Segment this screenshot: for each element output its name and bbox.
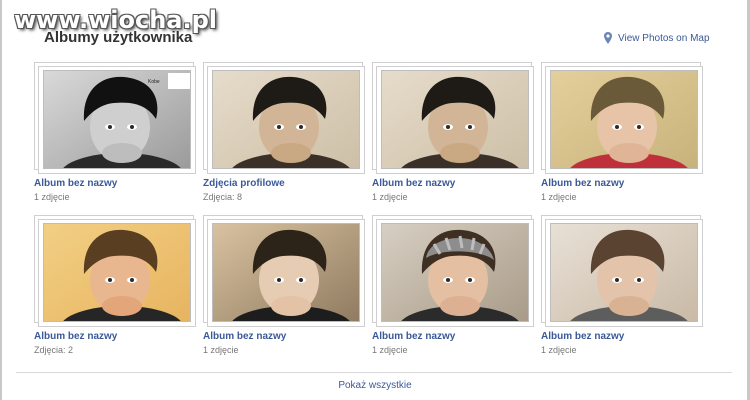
album-cover-stack[interactable] [203, 62, 365, 174]
album-title-link[interactable]: Album bez nazwy [34, 331, 117, 342]
album-photo-count: 1 zdjęcie [372, 192, 408, 202]
map-pin-icon [604, 32, 612, 44]
album-photo [382, 224, 528, 321]
watermark: www.wiocha.pl [14, 6, 218, 34]
left-frame-border [0, 0, 2, 400]
album-photo-count: 1 zdjęcie [541, 192, 577, 202]
album-cover-stack[interactable] [541, 62, 703, 174]
show-all-link[interactable]: Pokaż wszystkie [0, 380, 750, 391]
photo-white-patch [168, 73, 190, 89]
photo-caption-text: Kobe [148, 79, 160, 85]
album-title-link[interactable]: Album bez nazwy [372, 178, 455, 189]
album-photo [382, 71, 528, 168]
album-photo-count: 1 zdjęcie [203, 345, 239, 355]
album-photo-count: 1 zdjęcie [34, 192, 70, 202]
album-cover-thumbnail[interactable] [43, 223, 191, 322]
album-cover-thumbnail[interactable] [381, 70, 529, 169]
album-cover-thumbnail[interactable] [212, 223, 360, 322]
album-title-link[interactable]: Album bez nazwy [34, 178, 117, 189]
album-photo-count: 1 zdjęcie [541, 345, 577, 355]
album-cover-thumbnail[interactable] [381, 223, 529, 322]
album-cover-stack[interactable] [372, 62, 534, 174]
album-photo [213, 224, 359, 321]
view-photos-on-map-link[interactable]: View Photos on Map [604, 32, 710, 44]
album-cover-thumbnail[interactable]: Kobe [43, 70, 191, 169]
album-cover-thumbnail[interactable] [550, 70, 698, 169]
album-photo: Kobe [44, 71, 190, 168]
album-photo [213, 71, 359, 168]
map-link-label: View Photos on Map [618, 32, 710, 44]
album-photo [551, 224, 697, 321]
album-cover-stack[interactable]: Kobe [34, 62, 196, 174]
album-cover-thumbnail[interactable] [212, 70, 360, 169]
album-title-link[interactable]: Album bez nazwy [541, 178, 624, 189]
album-cover-stack[interactable] [372, 215, 534, 327]
album-photo [551, 71, 697, 168]
album-cover-stack[interactable] [203, 215, 365, 327]
album-title-link[interactable]: Album bez nazwy [541, 331, 624, 342]
album-photo-count: Zdjęcia: 2 [34, 345, 74, 355]
album-photo-count: 1 zdjęcie [372, 345, 408, 355]
album-photo-count: Zdjęcia: 8 [203, 192, 243, 202]
album-cover-thumbnail[interactable] [550, 223, 698, 322]
album-title-link[interactable]: Zdjęcia profilowe [203, 178, 285, 189]
album-cover-stack[interactable] [34, 215, 196, 327]
album-cover-stack[interactable] [541, 215, 703, 327]
album-photo [44, 224, 190, 321]
album-title-link[interactable]: Album bez nazwy [372, 331, 455, 342]
album-title-link[interactable]: Album bez nazwy [203, 331, 286, 342]
divider [16, 372, 732, 373]
